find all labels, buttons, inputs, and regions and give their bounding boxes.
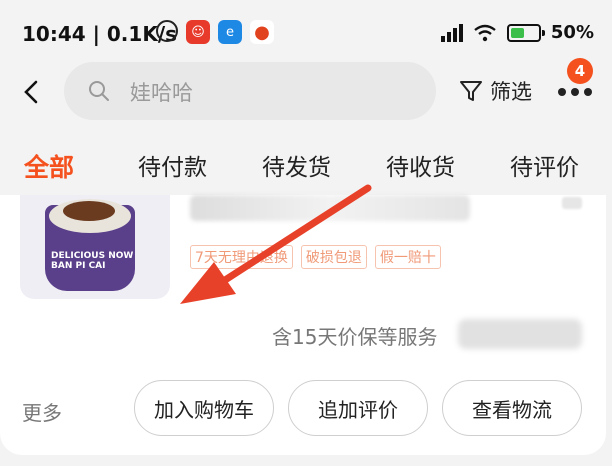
- cellular-signal-icon: [440, 23, 463, 42]
- back-arrow-icon[interactable]: [18, 78, 46, 106]
- battery-level: [510, 27, 524, 38]
- more-link[interactable]: 更多: [22, 397, 62, 426]
- service-text: 含15天价保等服务: [272, 325, 438, 349]
- tab-pending-payment[interactable]: 待付款: [138, 148, 207, 182]
- tab-pending-review[interactable]: 待评价: [510, 148, 579, 182]
- product-bowl: DELICIOUS NOW BAN PI CAI: [45, 199, 135, 291]
- order-tabs: 全部 待付款 待发货 待收货 待评价: [0, 140, 612, 192]
- quantity-redacted: [562, 197, 582, 209]
- status-app-icons: ☺ e ●: [156, 20, 274, 44]
- add-review-button[interactable]: 追加评价: [288, 380, 428, 436]
- tab-pending-shipment[interactable]: 待发货: [262, 148, 331, 182]
- view-logistics-button[interactable]: 查看物流: [442, 380, 582, 436]
- notification-badge: 4: [567, 58, 593, 84]
- tag-genuine: 假一赔十: [374, 245, 441, 269]
- app-notification-icon: ☺: [186, 20, 210, 44]
- product-title-redacted[interactable]: [190, 195, 470, 221]
- tag-return: 7天无理由退换: [190, 245, 293, 269]
- filter-label: 筛选: [490, 80, 532, 104]
- product-tags: 7天无理由退换 破损包退 假一赔十: [190, 245, 441, 269]
- filter-button[interactable]: 筛选: [458, 76, 532, 106]
- more-options-icon[interactable]: [558, 88, 594, 98]
- app-notification-icon: e: [218, 20, 242, 44]
- product-image-text: DELICIOUS NOW BAN PI CAI: [51, 251, 134, 271]
- search-icon: [89, 81, 109, 101]
- battery-percent: 50%: [550, 22, 594, 43]
- alarm-icon: [156, 20, 178, 42]
- tab-pending-receipt[interactable]: 待收货: [386, 148, 455, 182]
- tag-damage: 破损包退: [300, 245, 367, 269]
- status-right: 50%: [440, 22, 594, 43]
- wifi-icon: [474, 24, 496, 41]
- price-redacted: [458, 319, 582, 349]
- product-image[interactable]: DELICIOUS NOW BAN PI CAI: [20, 195, 170, 299]
- search-header: 娃哈哈 筛选: [0, 58, 612, 126]
- filter-icon: [460, 81, 482, 101]
- search-placeholder: 娃哈哈: [130, 81, 193, 105]
- app-notification-icon: ●: [250, 20, 274, 44]
- tab-all[interactable]: 全部: [24, 148, 74, 184]
- status-time: 10:44 | 0.1K/s: [22, 22, 178, 46]
- order-card: DELICIOUS NOW BAN PI CAI 7天无理由退换 破损包退 假一…: [0, 195, 606, 455]
- battery-icon: [506, 23, 545, 42]
- search-input[interactable]: 娃哈哈: [64, 62, 436, 120]
- add-to-cart-button[interactable]: 加入购物车: [134, 380, 274, 436]
